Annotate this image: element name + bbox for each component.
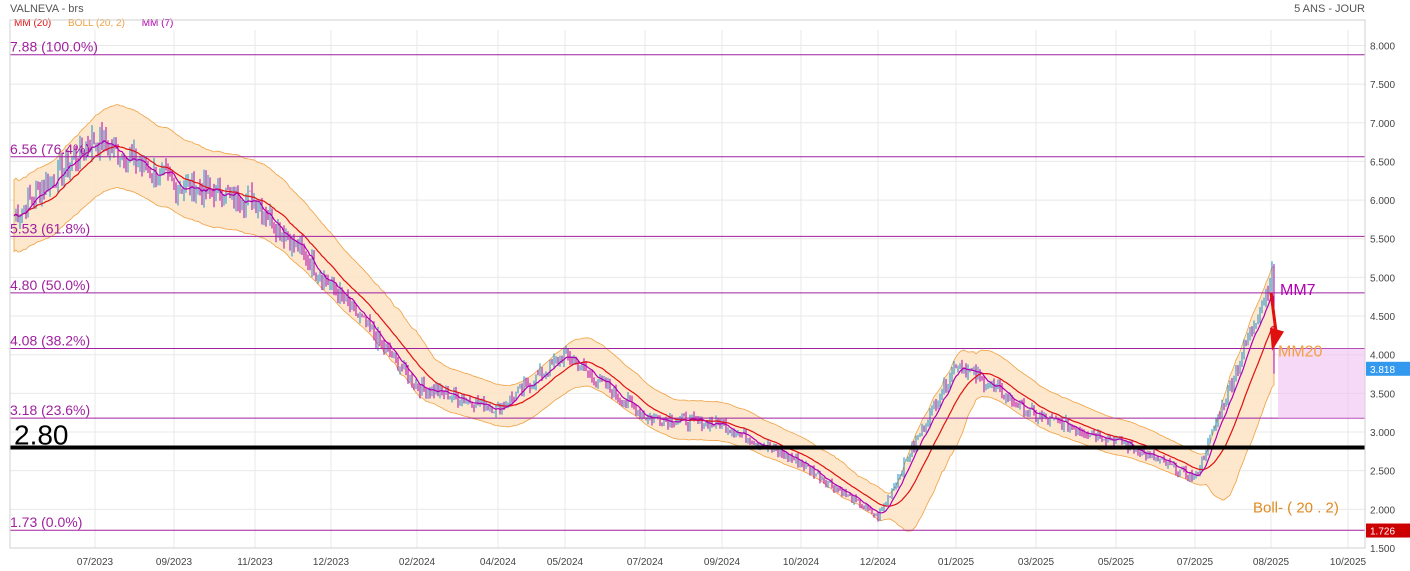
low-price-label: 1.726 xyxy=(1370,527,1395,538)
x-tick-label: 07/2023 xyxy=(77,557,114,568)
y-tick-label: 4.500 xyxy=(1370,312,1395,323)
bollinger-band xyxy=(13,104,1275,532)
mm7-annotation: MM7 xyxy=(1280,282,1316,299)
fib-label: 3.18 (23.6%) xyxy=(10,402,90,418)
y-tick-label: 5.000 xyxy=(1370,273,1395,284)
x-tick-label: 07/2025 xyxy=(1177,557,1214,568)
y-tick-label: 6.000 xyxy=(1370,196,1395,207)
mm20-annotation: MM20 xyxy=(1278,344,1323,361)
x-tick-label: 01/2025 xyxy=(938,557,975,568)
y-tick-label: 3.000 xyxy=(1370,428,1395,439)
x-tick-label: 09/2023 xyxy=(156,557,193,568)
y-tick-label: 3.500 xyxy=(1370,389,1395,400)
grid xyxy=(10,30,1365,549)
x-tick-label: 10/2025 xyxy=(1330,557,1367,568)
bollinger-fill xyxy=(13,104,1275,532)
fib-label: 6.56 (76.4%) xyxy=(10,141,90,157)
y-tick-label: 2.000 xyxy=(1370,505,1395,516)
x-tick-label: 11/2023 xyxy=(237,557,273,568)
y-tick-label: 4.000 xyxy=(1370,351,1395,362)
fib-label: 7.88 (100.0%) xyxy=(10,39,98,55)
fib-label: 4.80 (50.0%) xyxy=(10,277,90,293)
y-tick-label: 5.500 xyxy=(1370,235,1395,246)
x-tick-label: 02/2024 xyxy=(399,557,436,568)
x-tick-label: 04/2024 xyxy=(480,557,517,568)
boll-annotation: Boll- ( 20 . 2) xyxy=(1253,499,1339,516)
x-tick-label: 07/2024 xyxy=(627,557,664,568)
x-tick-label: 12/2024 xyxy=(860,557,897,568)
y-tick-label: 8.000 xyxy=(1370,41,1395,52)
axes: 8.000 7.500 7.000 6.500 6.000 5.500 5.000 4.500… xyxy=(9,19,1395,568)
x-tick-label: 09/2024 xyxy=(704,557,741,568)
y-tick-label: 6.500 xyxy=(1370,157,1395,168)
y-tick-label: 7.500 xyxy=(1370,80,1395,91)
price-chart: 7.88 (100.0%) 6.56 (76.4%) 5.53 (61.8%) 4.8… xyxy=(9,19,1410,568)
y-tick-label: 7.000 xyxy=(1370,119,1395,130)
x-tick-label: 05/2024 xyxy=(547,557,584,568)
support-label: 2.80 xyxy=(14,419,69,450)
x-tick-label: 03/2025 xyxy=(1018,557,1055,568)
y-tick-label: 2.500 xyxy=(1370,467,1395,478)
x-tick-label: 12/2023 xyxy=(313,557,350,568)
fib-label: 4.08 (38.2%) xyxy=(10,333,90,349)
last-price-label: 3.818 xyxy=(1370,365,1395,376)
x-tick-label: 05/2025 xyxy=(1098,557,1135,568)
fib-label: 5.53 (61.8%) xyxy=(10,220,90,236)
x-tick-label: 08/2025 xyxy=(1253,557,1290,568)
fib-label: 1.73 (0.0%) xyxy=(10,514,82,530)
x-tick-label: 10/2024 xyxy=(783,557,820,568)
y-tick-label: 1.500 xyxy=(1370,544,1395,555)
